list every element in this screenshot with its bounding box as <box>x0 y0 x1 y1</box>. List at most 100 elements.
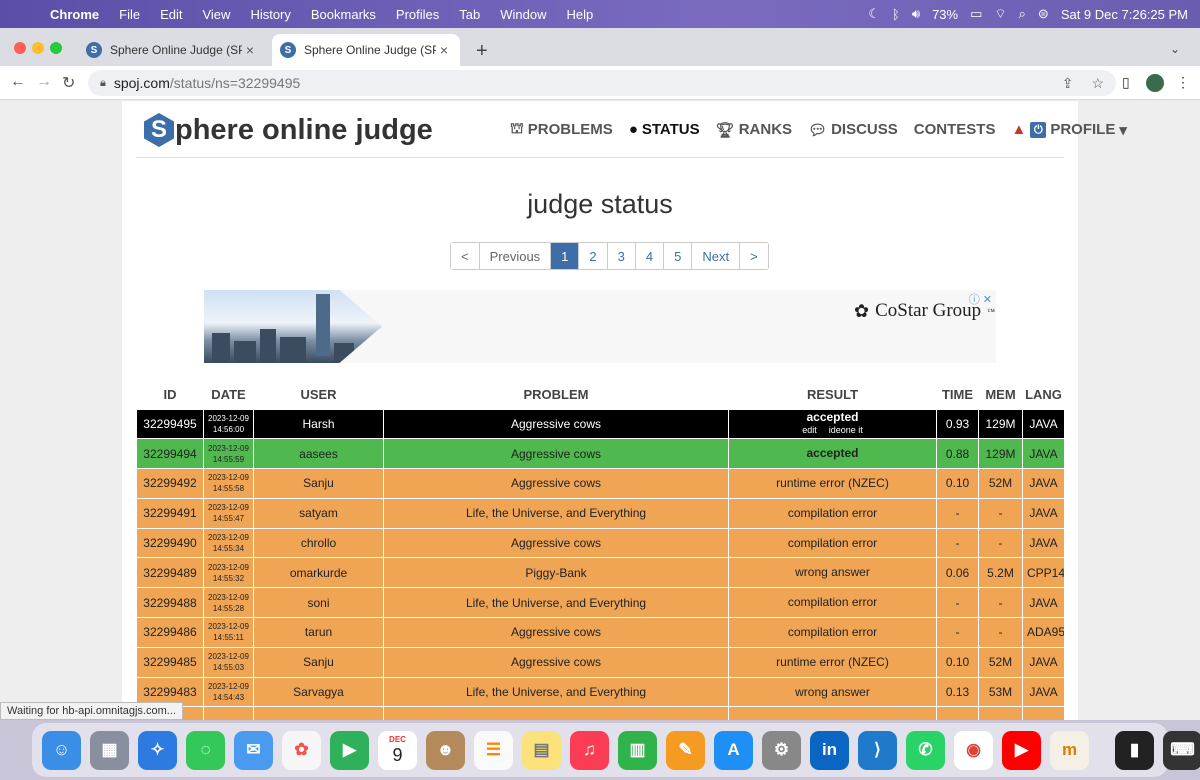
nav-profile[interactable]: ▲ ⏻ PROFILE ▾ <box>1011 120 1126 139</box>
reload-icon[interactable]: ↻ <box>62 73 75 93</box>
close-tab-icon[interactable]: × <box>436 42 452 58</box>
search-icon[interactable]: ⌕ <box>1019 6 1026 22</box>
site-logo[interactable]: S phere online judge <box>144 113 433 147</box>
finder-icon[interactable]: ☺ <box>42 730 81 770</box>
nav-discuss[interactable]: 💬︎ DISCUSS <box>808 120 898 139</box>
menu-file[interactable]: File <box>109 7 150 22</box>
address-bar[interactable]: 🔒︎ spoj.com /status/ns=32299495 ⇪ ☆ <box>88 70 1116 96</box>
linkedin-icon[interactable]: in <box>810 730 849 770</box>
music-icon[interactable]: ♫ <box>570 730 609 770</box>
pager-page-5[interactable]: 5 <box>663 243 692 269</box>
clock[interactable]: Sat 9 Dec 7:26:25 PM <box>1061 7 1188 22</box>
moon-icon[interactable]: ☾ <box>868 6 880 22</box>
share-icon[interactable]: ⇪ <box>1062 75 1074 92</box>
chrome-icon[interactable]: ◉ <box>954 730 993 770</box>
browser-tab-1[interactable]: S Sphere Online Judge (SPOJ) - × <box>78 34 266 66</box>
cell-problem[interactable]: Aggressive cows <box>383 617 729 648</box>
cell-problem[interactable]: Life, the Universe, and Everything <box>383 676 729 708</box>
mail-icon[interactable]: ✉ <box>234 730 273 770</box>
reminders-icon[interactable]: ☰ <box>474 730 513 770</box>
cell-problem[interactable]: Aggressive cows <box>383 527 729 559</box>
moodle-icon[interactable]: m <box>1050 730 1089 770</box>
battery-percent[interactable]: 73% <box>932 7 958 22</box>
control-center-icon[interactable]: ⊜ <box>1038 6 1049 22</box>
warning-icon[interactable]: ▲ <box>1011 121 1026 138</box>
nav-ranks[interactable]: 🏆︎ RANKS <box>716 120 792 139</box>
close-window-icon[interactable] <box>14 42 26 54</box>
cell-problem[interactable]: Aggressive cows <box>383 408 729 440</box>
bookmark-star-icon[interactable]: ☆ <box>1091 75 1104 92</box>
menu-view[interactable]: View <box>192 7 240 22</box>
cell-user[interactable]: satyam <box>253 497 384 529</box>
cell-user[interactable]: aasees <box>253 438 384 470</box>
photos-icon[interactable]: ✿ <box>282 730 321 770</box>
cell-user[interactable]: omarkurde <box>253 557 384 589</box>
menu-bookmarks[interactable]: Bookmarks <box>301 7 386 22</box>
cell-user[interactable]: Sanju <box>253 468 384 499</box>
app-store-icon[interactable]: A <box>714 730 753 770</box>
calendar-icon[interactable]: DEC 9 <box>378 730 417 770</box>
document-icon[interactable]: ▮ <box>1115 730 1154 770</box>
cell-user[interactable]: chrollo <box>253 527 384 559</box>
cell-user[interactable]: Harsh <box>253 408 384 440</box>
whatsapp-icon[interactable]: ✆ <box>906 730 945 770</box>
cell-problem[interactable]: Piggy-Bank <box>383 557 729 589</box>
pager-previous[interactable]: Previous <box>478 243 551 269</box>
cell-problem[interactable]: Aggressive cows <box>383 468 729 499</box>
bluetooth-icon[interactable]: ᛒ <box>892 7 900 22</box>
numbers-icon[interactable]: ▥ <box>618 730 657 770</box>
volume-icon[interactable]: 🔊︎ <box>912 6 920 22</box>
nav-contests[interactable]: CONTESTS <box>914 120 996 139</box>
pager-page-3[interactable]: 3 <box>606 243 635 269</box>
edit-link[interactable]: edit <box>802 425 817 435</box>
kebab-menu-icon[interactable]: ⋮ <box>1176 74 1190 91</box>
contacts-icon[interactable]: ☻ <box>426 730 465 770</box>
menu-help[interactable]: Help <box>557 7 604 22</box>
cell-user[interactable]: Sanju <box>253 646 384 678</box>
cell-problem[interactable]: Aggressive cows <box>383 646 729 678</box>
pager-page-4[interactable]: 4 <box>634 243 664 269</box>
cell-problem[interactable]: Aggressive cows <box>383 438 729 470</box>
cell-user[interactable]: soni <box>253 587 384 619</box>
cell-user[interactable]: Sarvagya <box>253 676 384 708</box>
browser-tab-2[interactable]: S Sphere Online Judge (SPOJ) - × <box>272 34 460 66</box>
launchpad-icon[interactable]: ▦ <box>90 730 129 770</box>
profile-avatar-icon[interactable] <box>1146 74 1164 92</box>
zoom-window-icon[interactable] <box>50 42 62 54</box>
messages-icon[interactable]: ◌ <box>186 730 225 770</box>
notes-icon[interactable]: ▤ <box>522 730 561 770</box>
menu-history[interactable]: History <box>240 7 300 22</box>
tab-search-chevron-icon[interactable]: ⌄ <box>1170 42 1180 56</box>
new-tab-plus-icon[interactable]: + <box>476 40 488 63</box>
system-settings-icon[interactable]: ⚙ <box>762 730 801 770</box>
vscode-icon[interactable]: ⟩ <box>858 730 897 770</box>
keyboard-viewer-icon[interactable]: ⌨ <box>1163 730 1200 770</box>
pager-page-1[interactable]: 1 <box>550 243 579 269</box>
sidebar-icon[interactable]: ▯ <box>1122 74 1130 91</box>
safari-icon[interactable]: ✧ <box>138 730 177 770</box>
cell-user[interactable]: tarun <box>253 617 384 648</box>
nav-problems[interactable]: ⛫ PROBLEMS <box>510 120 613 139</box>
cell-problem[interactable]: Life, the Universe, and Everything <box>383 587 729 619</box>
menu-edit[interactable]: Edit <box>150 7 192 22</box>
pager-first[interactable]: < <box>451 243 479 269</box>
youtube-icon[interactable]: ▶ <box>1002 730 1041 770</box>
ad-choices-icon[interactable]: ⓘ ✕ <box>969 291 992 307</box>
nav-status[interactable]: ● STATUS <box>629 120 700 139</box>
battery-icon[interactable]: ▭ <box>970 6 982 22</box>
wifi-icon[interactable]: ⌔ <box>994 6 1006 22</box>
lock-icon[interactable]: 🔒︎ <box>100 77 106 90</box>
menu-window[interactable]: Window <box>490 7 556 22</box>
pager-next[interactable]: Next <box>691 243 740 269</box>
facetime-icon[interactable]: ▶ <box>330 730 369 770</box>
forward-arrow-icon[interactable]: → <box>36 73 52 91</box>
pager-last[interactable]: > <box>739 243 768 269</box>
pages-icon[interactable]: ✎ <box>666 730 705 770</box>
back-arrow-icon[interactable]: ← <box>10 73 26 91</box>
menu-app-name[interactable]: Chrome <box>40 7 109 22</box>
minimize-window-icon[interactable] <box>32 42 44 54</box>
ideone-link[interactable]: ideone it <box>829 425 863 435</box>
menu-tab[interactable]: Tab <box>449 7 490 22</box>
menu-profiles[interactable]: Profiles <box>386 7 449 22</box>
close-tab-icon[interactable]: × <box>242 42 258 58</box>
